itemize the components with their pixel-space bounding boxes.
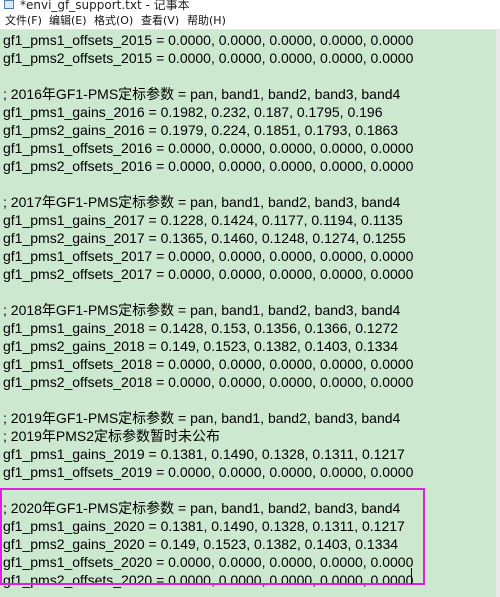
- text-line: gf1_pms2_gains_2018 = 0.149, 0.1523, 0.1…: [3, 338, 399, 354]
- text-line: gf1_pms1_offsets_2018 = 0.0000, 0.0000, …: [3, 356, 414, 372]
- notepad-icon: [4, 0, 14, 9]
- text-line: gf1_pms2_offsets_2017 = 0.0000, 0.0000, …: [3, 266, 414, 282]
- title-bar: *envi_gf_support.txt - 记事本: [0, 0, 500, 12]
- menu-help[interactable]: 帮助(H): [187, 13, 226, 28]
- text-line: gf1_pms1_offsets_2015 = 0.0000, 0.0000, …: [3, 32, 414, 48]
- text-line: gf1_pms2_gains_2017 = 0.1365, 0.1460, 0.…: [3, 230, 406, 246]
- text-line: ; 2019年GF1-PMS定标参数 = pan, band1, band2, …: [3, 410, 401, 426]
- text-line: ; 2016年GF1-PMS定标参数 = pan, band1, band2, …: [3, 86, 401, 102]
- menu-file[interactable]: 文件(F): [5, 13, 42, 28]
- text-line: gf1_pms2_gains_2020 = 0.149, 0.1523, 0.1…: [3, 536, 399, 552]
- text-line: gf1_pms2_offsets_2020 = 0.0000, 0.0000, …: [3, 572, 414, 588]
- text-line: gf1_pms1_offsets_2019 = 0.0000, 0.0000, …: [3, 464, 414, 480]
- text-line: ; 2020年GF1-PMS定标参数 = pan, band1, band2, …: [3, 500, 401, 516]
- vertical-scrollbar[interactable]: [496, 30, 500, 597]
- notepad-window: *envi_gf_support.txt - 记事本 文件(F) 编辑(E) 格…: [0, 0, 500, 597]
- menu-edit[interactable]: 编辑(E): [49, 13, 87, 28]
- text-line: ; 2017年GF1-PMS定标参数 = pan, band1, band2, …: [3, 194, 401, 210]
- text-line: gf1_pms1_gains_2018 = 0.1428, 0.153, 0.1…: [3, 320, 399, 336]
- text-editor-area[interactable]: gf1_pms1_offsets_2015 = 0.0000, 0.0000, …: [0, 30, 500, 597]
- text-line: ; 2018年GF1-PMS定标参数 = pan, band1, band2, …: [3, 302, 401, 318]
- text-line: gf1_pms1_offsets_2016 = 0.0000, 0.0000, …: [3, 140, 414, 156]
- window-title: *envi_gf_support.txt - 记事本: [20, 0, 190, 12]
- text-line: ; 2019年PMS2定标参数暂时未公布: [3, 428, 221, 444]
- text-caret: [411, 568, 412, 584]
- text-line: gf1_pms2_offsets_2016 = 0.0000, 0.0000, …: [3, 158, 414, 174]
- text-line: gf1_pms1_gains_2020 = 0.1381, 0.1490, 0.…: [3, 518, 405, 534]
- text-line: gf1_pms1_offsets_2017 = 0.0000, 0.0000, …: [3, 248, 414, 264]
- text-line: gf1_pms2_offsets_2015 = 0.0000, 0.0000, …: [3, 50, 414, 66]
- text-line: gf1_pms2_gains_2016 = 0.1979, 0.224, 0.1…: [3, 122, 399, 138]
- text-line: gf1_pms1_offsets_2020 = 0.0000, 0.0000, …: [3, 554, 414, 570]
- menu-view[interactable]: 查看(V): [141, 13, 179, 28]
- text-line: gf1_pms1_gains_2019 = 0.1381, 0.1490, 0.…: [3, 446, 405, 462]
- text-line: gf1_pms1_gains_2017 = 0.1228, 0.1424, 0.…: [3, 212, 403, 228]
- text-line: gf1_pms2_offsets_2018 = 0.0000, 0.0000, …: [3, 374, 414, 390]
- menu-format[interactable]: 格式(O): [94, 13, 133, 28]
- menu-bar: 文件(F) 编辑(E) 格式(O) 查看(V) 帮助(H): [0, 12, 500, 30]
- text-line: gf1_pms1_gains_2016 = 0.1982, 0.232, 0.1…: [3, 104, 383, 120]
